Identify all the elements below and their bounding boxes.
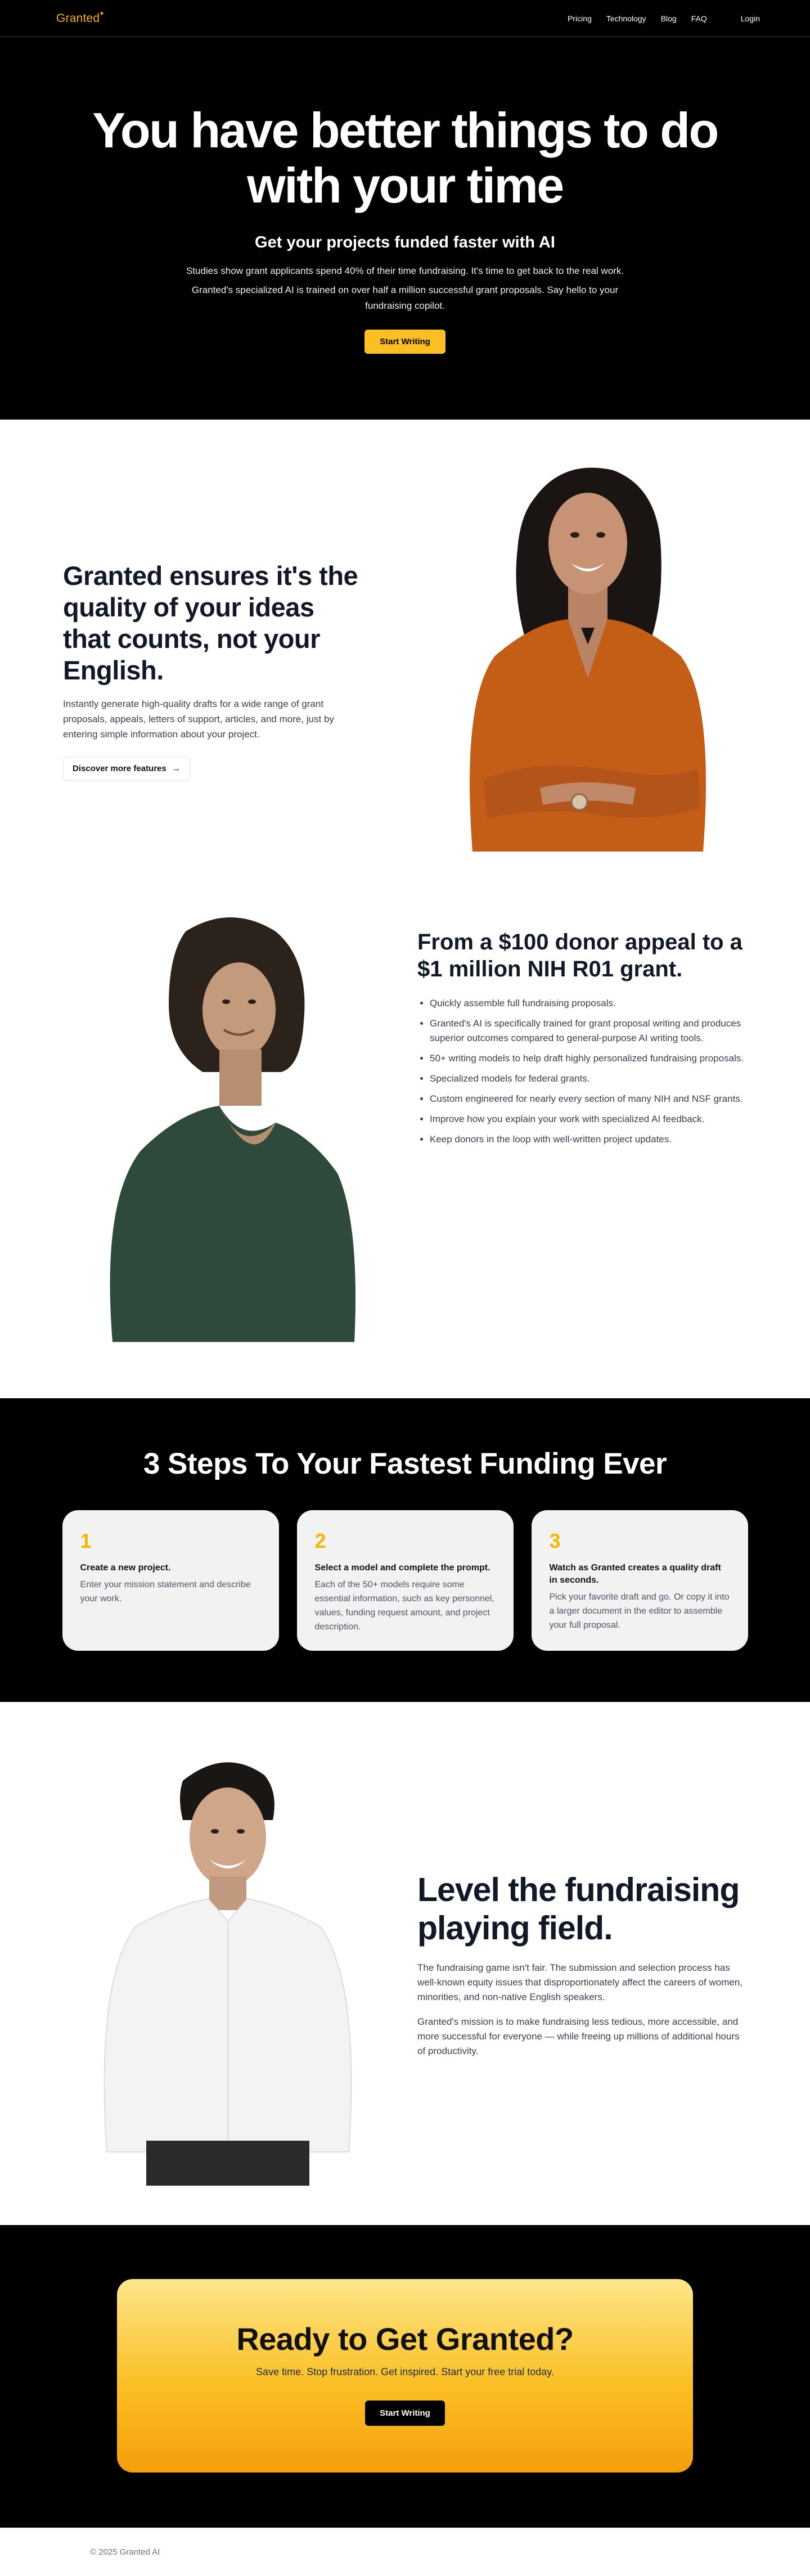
donor-feature-list: Quickly assemble full fundraising propos…	[417, 996, 755, 1147]
quality-section: Granted ensures it's the quality of your…	[0, 420, 810, 881]
logo-sparkle-icon: ✦	[99, 10, 105, 17]
list-item: Granted's AI is specifically trained for…	[430, 1016, 755, 1046]
donor-title: From a $100 donor appeal to a $1 million…	[417, 930, 742, 981]
list-item: Improve how you explain your work with s…	[430, 1112, 755, 1127]
hero-paragraph-1: Studies show grant applicants spend 40% …	[186, 265, 624, 276]
step-card-1: 1 Create a new project. Enter your missi…	[62, 1510, 279, 1651]
nav-link-pricing[interactable]: Pricing	[568, 14, 592, 23]
step-number: 1	[80, 1529, 92, 1552]
step-description: Enter your mission statement and describ…	[80, 1580, 251, 1604]
cta-subtitle: Save time. Stop frustration. Get inspire…	[256, 2366, 554, 2377]
copyright: © 2025 Granted AI	[90, 2547, 160, 2557]
discover-features-label: Discover more features	[73, 764, 166, 773]
level-paragraph-2: Granted's mission is to make fundraising…	[417, 2016, 740, 2056]
start-writing-button[interactable]: Start Writing	[364, 330, 446, 354]
hero-subtitle: Get your projects funded faster with AI	[255, 233, 555, 251]
footer: © 2025 Granted AI	[0, 2528, 810, 2576]
arrow-right-icon: →	[172, 764, 181, 773]
login-link[interactable]: Login	[741, 14, 760, 23]
list-item: Custom engineered for nearly every secti…	[430, 1092, 755, 1106]
steps-title: 3 Steps To Your Fastest Funding Ever	[143, 1447, 667, 1480]
man-white-shirt-photo	[84, 1747, 371, 2186]
step-card-2: 2 Select a model and complete the prompt…	[296, 1510, 514, 1651]
nav-links: Pricing Technology Blog FAQ Login	[553, 14, 760, 23]
level-text: Level the fundraising playing field. The…	[417, 1871, 746, 2059]
logo-text: Granted	[56, 12, 100, 25]
nav-link-technology[interactable]: Technology	[606, 14, 646, 23]
step-title: Watch as Granted creates a quality draft…	[549, 1563, 721, 1585]
list-item: Specialized models for federal grants.	[430, 1071, 755, 1086]
list-item: 50+ writing models to help draft highly …	[430, 1051, 755, 1066]
step-description: Pick your favorite draft and go. Or copy…	[549, 1592, 730, 1630]
hero-paragraph-2: Granted's specialized AI is trained on o…	[191, 285, 619, 311]
logo[interactable]: Granted ✦	[56, 10, 105, 25]
steps-section: 3 Steps To Your Fastest Funding Ever 1 C…	[0, 1398, 810, 1702]
cta-start-writing-button[interactable]: Start Writing	[365, 2401, 445, 2426]
nav-link-blog[interactable]: Blog	[661, 14, 677, 23]
cta-box: Ready to Get Granted? Save time. Stop fr…	[117, 2279, 693, 2473]
cta-section: Ready to Get Granted? Save time. Stop fr…	[0, 2225, 810, 2528]
steps-cards: 1 Create a new project. Enter your missi…	[0, 1510, 810, 1651]
nav-link-faq[interactable]: FAQ	[691, 14, 707, 23]
quality-title: Granted ensures it's the quality of your…	[63, 561, 358, 685]
quality-body: Instantly generate high-quality drafts f…	[63, 699, 334, 740]
list-item: Keep donors in the loop with well-writte…	[430, 1132, 755, 1147]
woman-orange-shirt-photo	[450, 465, 726, 852]
level-section: Level the fundraising playing field. The…	[0, 1702, 810, 2225]
step-description: Each of the 50+ models require some esse…	[314, 1580, 494, 1632]
hero-section: You have better things to do with your t…	[0, 37, 810, 420]
woman-green-shirt-photo	[107, 909, 360, 1342]
cta-title: Ready to Get Granted?	[236, 2321, 574, 2357]
donor-section: From a $100 donor appeal to a $1 million…	[0, 881, 810, 1398]
level-title: Level the fundraising playing field.	[417, 1871, 740, 1947]
step-title: Create a new project.	[80, 1563, 171, 1573]
step-number: 2	[314, 1529, 326, 1552]
donor-text: From a $100 donor appeal to a $1 million…	[417, 929, 755, 1152]
list-item: Quickly assemble full fundraising propos…	[430, 996, 755, 1011]
step-title: Select a model and complete the prompt.	[314, 1563, 490, 1573]
hero-title: You have better things to do with your t…	[92, 102, 719, 213]
top-nav: Granted ✦ Pricing Technology Blog FAQ Log…	[0, 0, 810, 37]
level-paragraph-1: The fundraising game isn't fair. The sub…	[417, 1962, 742, 2002]
step-number: 3	[549, 1529, 561, 1552]
discover-features-button[interactable]: Discover more features →	[63, 756, 190, 781]
step-card-3: 3 Watch as Granted creates a quality dra…	[531, 1510, 748, 1651]
quality-text: Granted ensures it's the quality of your…	[63, 560, 367, 781]
